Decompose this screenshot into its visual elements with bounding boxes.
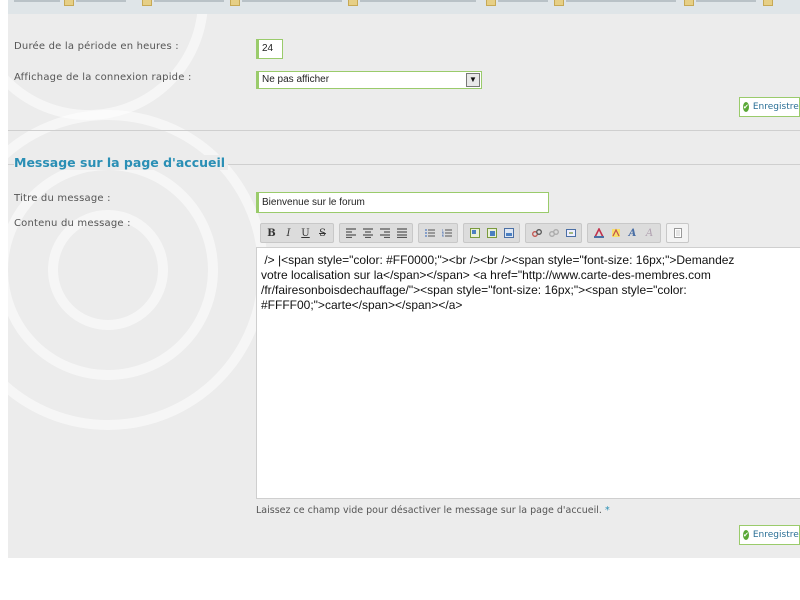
remove-format-icon[interactable]: A — [641, 225, 658, 241]
align-left-icon[interactable] — [342, 225, 359, 241]
save-button-top[interactable]: ✔ Enregistrer — [739, 97, 800, 117]
editor-line: /fr/fairesonboisdechauffage/"><span styl… — [261, 283, 687, 297]
message-title-input[interactable]: Bienvenue sur le forum — [256, 192, 549, 213]
decorative-swirl — [8, 0, 208, 120]
editor-toolbar: B I U S A A — [260, 223, 694, 243]
check-icon: ✔ — [743, 102, 749, 112]
editor-line: /> |<span style="color: #FF0000;"><br />… — [261, 253, 735, 267]
save-label: Enregistrer — [752, 102, 800, 112]
align-center-icon[interactable] — [359, 225, 376, 241]
numbered-list-icon[interactable] — [438, 225, 455, 241]
quick-login-selected: Ne pas afficher — [262, 74, 330, 85]
message-title-label: Titre du message : — [14, 193, 111, 204]
insert-media-icon[interactable] — [500, 225, 517, 241]
anchor-icon[interactable] — [562, 225, 579, 241]
source-page-icon[interactable] — [669, 225, 686, 241]
link-icon[interactable] — [528, 225, 545, 241]
underline-button[interactable]: U — [297, 225, 314, 241]
link-group — [525, 223, 582, 243]
text-color-icon[interactable] — [590, 225, 607, 241]
insert-group — [463, 223, 520, 243]
required-star: * — [604, 505, 610, 516]
save-label: Enregistrer — [752, 530, 800, 540]
content-hint: Laissez ce champ vide pour désactiver le… — [256, 505, 610, 516]
list-group — [418, 223, 458, 243]
check-icon: ✔ — [743, 530, 749, 540]
chevron-down-icon[interactable]: ▼ — [466, 73, 480, 87]
quick-login-select[interactable]: Ne pas afficher ▼ — [256, 71, 482, 89]
message-content-editor[interactable]: /> |<span style="color: #FF0000;"><br />… — [256, 247, 800, 499]
bold-button[interactable]: B — [263, 225, 280, 241]
highlight-icon[interactable] — [607, 225, 624, 241]
format-group: A A — [587, 223, 661, 243]
insert-image-icon[interactable] — [466, 225, 483, 241]
justify-icon[interactable] — [393, 225, 410, 241]
save-button-bottom[interactable]: ✔ Enregistrer — [739, 525, 800, 545]
message-content-label: Contenu du message : — [14, 218, 131, 229]
align-right-icon[interactable] — [376, 225, 393, 241]
unlink-icon[interactable] — [545, 225, 562, 241]
period-label: Durée de la période en heures : — [14, 41, 179, 52]
top-navigation-strip — [8, 0, 800, 14]
content-hint-text: Laissez ce champ vide pour désactiver le… — [256, 505, 602, 516]
italic-button[interactable]: I — [280, 225, 297, 241]
bullet-list-icon[interactable] — [421, 225, 438, 241]
editor-line: votre localisation sur la</span></span> … — [261, 268, 711, 282]
section-divider — [8, 130, 800, 131]
section-title: Message sur la page d'accueil — [14, 155, 229, 170]
period-input[interactable]: 24 — [256, 39, 283, 59]
text-style-group: B I U S — [260, 223, 334, 243]
source-group — [666, 223, 689, 243]
insert-table-icon[interactable] — [483, 225, 500, 241]
quick-login-label: Affichage de la connexion rapide : — [14, 72, 192, 83]
editor-line: #FFFF00;">carte</span></span></a> — [261, 298, 463, 312]
strike-button[interactable]: S — [314, 225, 331, 241]
font-style-icon[interactable]: A — [624, 225, 641, 241]
align-group — [339, 223, 413, 243]
